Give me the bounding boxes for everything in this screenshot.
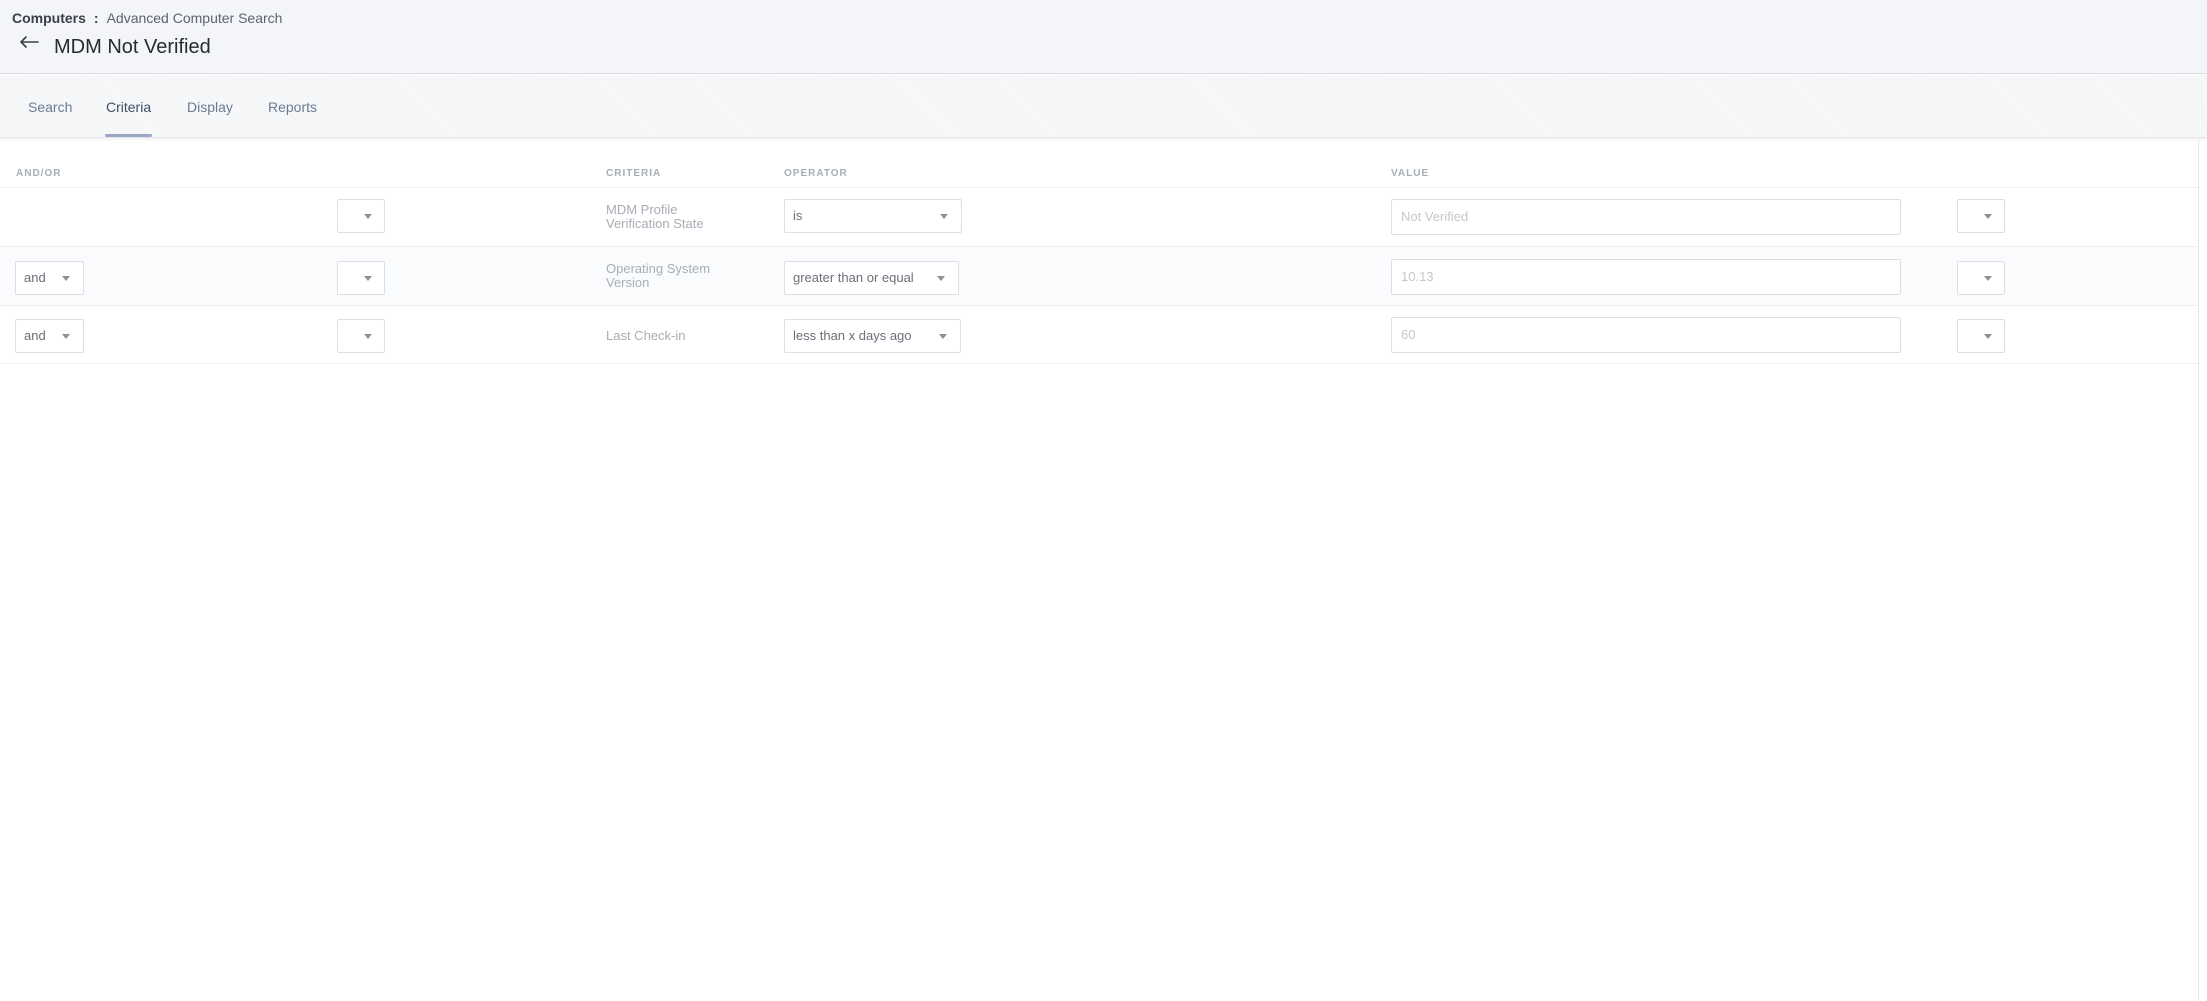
criteria-row: and Operating System Version greater tha… [0, 246, 2198, 305]
value-input[interactable]: 10.13 [1391, 259, 1901, 295]
caret-down-icon [939, 334, 947, 339]
tab-bar: Search Criteria Display Reports [0, 75, 2207, 138]
column-header-operator: OPERATOR [784, 168, 848, 179]
criteria-row: MDM Profile Verification State is Not Ve… [0, 187, 2198, 246]
open-paren-select[interactable] [337, 199, 385, 233]
criteria-label-line: Verification State [606, 216, 704, 231]
criteria-label-line: Last Check-in [606, 328, 686, 343]
value-input[interactable]: 60 [1391, 317, 1901, 353]
tab-search[interactable]: Search [28, 98, 72, 116]
criteria-label: Operating System Version [606, 262, 710, 290]
criteria-row: and Last Check-in less than x days ago 6… [0, 305, 2198, 364]
column-header-andor: AND/OR [16, 168, 62, 179]
close-paren-select[interactable] [1957, 199, 2005, 233]
caret-down-icon [364, 334, 372, 339]
operator-select[interactable]: less than x days ago [784, 319, 961, 353]
andor-value: and [24, 270, 46, 285]
andor-select[interactable]: and [15, 319, 84, 353]
caret-down-icon [1984, 214, 1992, 219]
page-header: Computers : Advanced Computer Search MDM… [0, 0, 2207, 74]
criteria-label-line: Operating System [606, 261, 711, 276]
caret-down-icon [1984, 334, 1992, 339]
criteria-label-line: MDM Profile [606, 202, 678, 217]
open-paren-select[interactable] [337, 319, 385, 353]
breadcrumb-separator: : [93, 10, 99, 26]
caret-down-icon [937, 276, 945, 281]
tab-criteria[interactable]: Criteria [106, 98, 151, 116]
column-header-value: VALUE [1391, 168, 1430, 179]
caret-down-icon [364, 214, 372, 219]
criteria-label: MDM Profile Verification State [606, 203, 704, 231]
scrollbar-track[interactable] [2198, 140, 2199, 1001]
operator-value: is [793, 208, 803, 223]
caret-down-icon [940, 214, 948, 219]
close-paren-select[interactable] [1957, 261, 2005, 295]
page-title: MDM Not Verified [54, 36, 211, 58]
tab-display[interactable]: Display [187, 98, 233, 116]
open-paren-select[interactable] [337, 261, 385, 295]
caret-down-icon [364, 276, 372, 281]
caret-down-icon [62, 276, 70, 281]
caret-down-icon [62, 334, 70, 339]
operator-value: less than x days ago [793, 328, 912, 343]
column-header-criteria: CRITERIA [606, 168, 662, 179]
close-paren-select[interactable] [1957, 319, 2005, 353]
operator-value: greater than or equal [793, 270, 914, 285]
operator-select[interactable]: is [784, 199, 962, 233]
breadcrumb-computers-link[interactable]: Computers [12, 9, 86, 27]
criteria-label-line: Version [606, 275, 650, 290]
criteria-label: Last Check-in [606, 329, 685, 343]
operator-select[interactable]: greater than or equal [784, 261, 959, 295]
value-input[interactable]: Not Verified [1391, 199, 1901, 235]
andor-value: and [24, 328, 46, 343]
breadcrumb-current: Advanced Computer Search [106, 10, 283, 26]
tab-reports[interactable]: Reports [268, 98, 317, 116]
arrow-left-icon[interactable] [18, 34, 40, 50]
caret-down-icon [1984, 276, 1992, 281]
andor-select[interactable]: and [15, 261, 84, 295]
breadcrumb: Computers : Advanced Computer Search [12, 9, 282, 27]
active-tab-indicator [105, 134, 152, 137]
